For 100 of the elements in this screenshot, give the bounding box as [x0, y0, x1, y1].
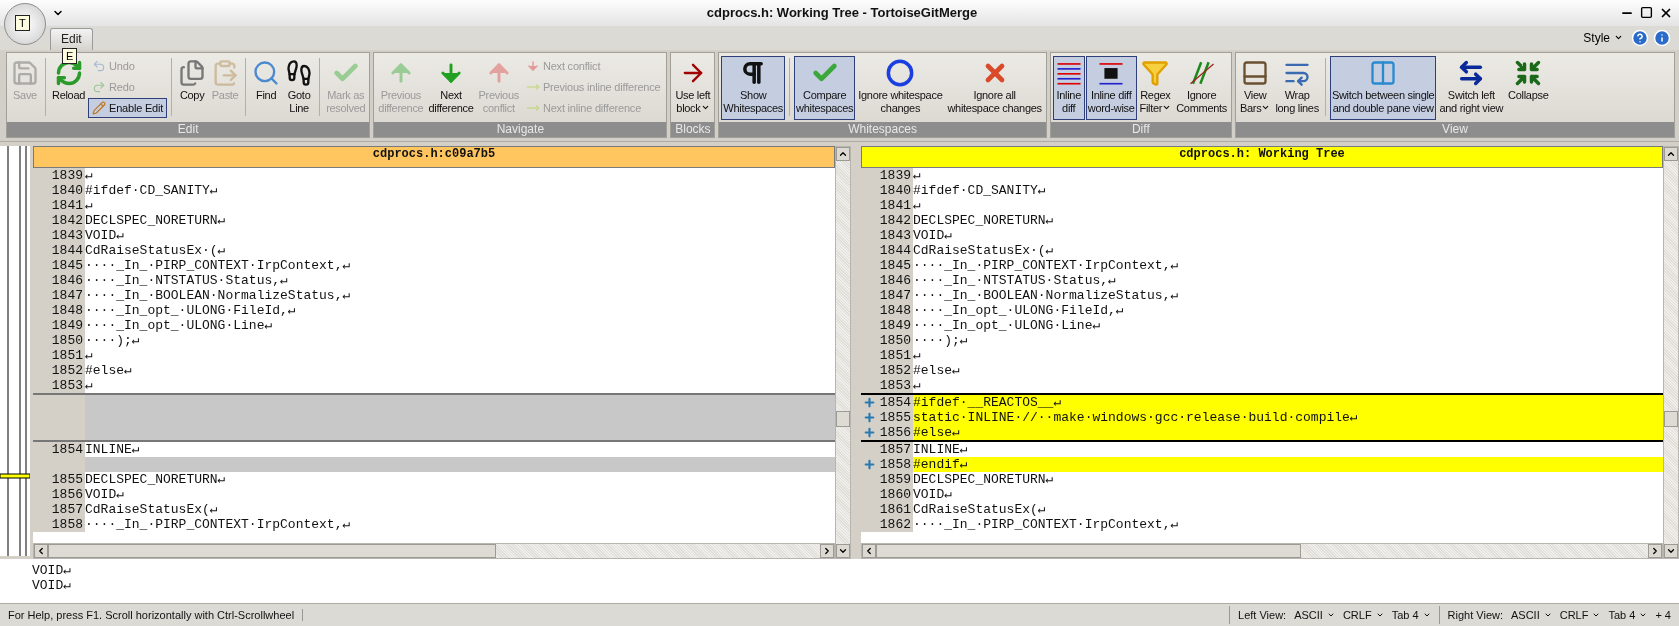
code-line: VOID↵	[32, 578, 73, 594]
ribbon-button[interactable]: Switch left and right view	[1437, 55, 1506, 120]
ribbon-button[interactable]: Copy	[176, 55, 209, 120]
vertical-scrollbar[interactable]	[835, 145, 851, 560]
encoding-dropdown[interactable]: ASCII	[1294, 609, 1335, 621]
line-number: 1842	[879, 212, 911, 228]
code-line: INLINE↵	[913, 441, 968, 457]
code-line: static·INLINE·//··make·windows·gcc·release·build·compile↵	[913, 409, 1358, 425]
tab-size-dropdown[interactable]: Tab 4	[1608, 609, 1648, 621]
line-number: 1840	[51, 182, 83, 198]
line-number: 1849	[51, 317, 83, 333]
horizontal-scrollbar[interactable]	[33, 543, 835, 560]
line-number: 1842	[51, 212, 83, 228]
ribbon-button[interactable]: Enable Edit	[88, 97, 168, 118]
line-number: 1859	[879, 471, 911, 487]
scroll-right-icon	[1650, 546, 1660, 557]
info-icon[interactable]	[1653, 28, 1671, 47]
code-line: DECLSPEC_NORETURN↵	[913, 471, 1054, 487]
ribbon-button[interactable]: Collapse	[1506, 55, 1551, 120]
code-line: ····);↵	[913, 332, 968, 348]
ribbon-button[interactable]: Next difference	[426, 55, 476, 120]
line-number: 1848	[879, 302, 911, 318]
ribbon-button[interactable]: Use left block	[673, 55, 713, 120]
horizontal-scrollbar[interactable]	[861, 543, 1663, 560]
code-line: DECLSPEC_NORETURN↵	[913, 212, 1054, 228]
redo-icon	[92, 79, 107, 94]
down-arrow-icon	[525, 58, 540, 73]
code-line: VOID↵	[913, 227, 953, 243]
line-number: 1848	[51, 302, 83, 318]
scroll-thumb[interactable]	[836, 410, 850, 427]
maximize-icon[interactable]	[1640, 5, 1653, 19]
line-number: 1855	[879, 409, 911, 425]
ribbon-button[interactable]: View Bars	[1238, 55, 1273, 120]
undo-icon	[92, 58, 107, 73]
ribbon-button[interactable]: Goto Line	[283, 55, 316, 120]
ribbon-button[interactable]: Regex Filter	[1137, 55, 1174, 120]
code-line: ····_In_·PIRP_CONTEXT·IrpContext,↵	[85, 257, 351, 273]
scroll-right-icon	[822, 546, 832, 557]
ribbon-button[interactable]: Ignore Comments	[1174, 55, 1229, 120]
scroll-left-icon	[864, 546, 874, 557]
ribbon-button[interactable]: Inline diff word-wise	[1085, 55, 1137, 120]
app-menu-button[interactable]: T	[4, 3, 46, 45]
code-line: #else↵	[913, 362, 960, 378]
line-number: 1840	[879, 182, 911, 198]
line-ending-dropdown[interactable]: CRLF	[1342, 609, 1384, 621]
code-line: ↵	[85, 377, 93, 393]
line-number: 1846	[879, 272, 911, 288]
ribbon-button[interactable]: Show Whitespaces	[721, 55, 786, 120]
ribbon-button[interactable]: Inline diff	[1052, 55, 1085, 120]
encoding-dropdown[interactable]: ASCII	[1511, 609, 1552, 621]
tab-size-dropdown[interactable]: Tab 4	[1391, 609, 1431, 621]
code-line: ····_In_·NTSTATUS·Status,↵	[85, 272, 288, 288]
scroll-thumb[interactable]	[48, 544, 496, 559]
code-line: DECLSPEC_NORETURN↵	[85, 471, 226, 487]
line-number: 1844	[51, 242, 83, 258]
line-number: 1852	[879, 362, 911, 378]
code-line: ····_In_opt_·ULONG·FileId,↵	[85, 302, 296, 318]
ribbon-button[interactable]: Ignore whitespace changes	[856, 55, 945, 120]
plus-icon	[863, 395, 876, 409]
help-icon[interactable]	[1631, 28, 1649, 47]
code-line: INLINE↵	[85, 441, 140, 457]
caret-icon	[1422, 611, 1431, 619]
line-number: 1843	[879, 227, 911, 243]
ribbon-button[interactable]: Find	[250, 55, 283, 120]
group-label: Navigate	[374, 121, 667, 137]
code-line: ↵	[913, 167, 921, 183]
code-line: ····_In_opt_·ULONG·Line↵	[85, 317, 273, 333]
line-number: 1857	[879, 441, 911, 457]
panel-icon	[1241, 58, 1270, 87]
group-label: Blocks	[671, 121, 715, 137]
keytip: T	[15, 15, 30, 31]
refresh-icon	[54, 58, 83, 87]
vertical-scrollbar[interactable]	[1663, 145, 1679, 560]
ribbon-button[interactable]: Ignore all whitespace changes	[945, 55, 1044, 120]
line-number: 1861	[879, 501, 911, 517]
line-ending-dropdown[interactable]: CRLF	[1559, 609, 1601, 621]
line-number: 1844	[879, 242, 911, 258]
line-number: 1850	[879, 332, 911, 348]
code-line: #else↵	[85, 362, 132, 378]
ribbon-button[interactable]: Switch between single and double pane view	[1329, 55, 1437, 120]
line-number: 1845	[51, 257, 83, 273]
caret-icon	[1326, 611, 1335, 619]
line-number: 1847	[879, 287, 911, 303]
status-help-text: For Help, press F1. Scroll horizontally with Ctrl-Scrollwheel	[0, 609, 304, 621]
scroll-thumb[interactable]	[876, 544, 1301, 559]
code-line: #else↵	[913, 424, 960, 440]
scroll-left-icon	[36, 546, 46, 557]
code-line: CdRaiseStatusEx(↵	[85, 501, 218, 517]
ribbon-button[interactable]: Wrap long lines	[1273, 55, 1321, 120]
scroll-thumb[interactable]	[1664, 410, 1678, 427]
line-number: 1845	[879, 257, 911, 273]
ribbon-button[interactable]: Compare whitespaces	[794, 55, 856, 120]
code-line: VOID↵	[85, 486, 125, 502]
ribbon-tab[interactable]: Edit	[50, 27, 93, 50]
footprints-icon	[285, 58, 314, 87]
code-line: ····_In_·PIRP_CONTEXT·IrpContext,↵	[913, 257, 1179, 273]
plus-icon	[863, 425, 876, 439]
code-line: ····_In_·BOOLEAN·NormalizeStatus,↵	[913, 287, 1179, 303]
style-menu[interactable]: Style	[1579, 30, 1627, 45]
caret-icon	[1375, 611, 1384, 619]
